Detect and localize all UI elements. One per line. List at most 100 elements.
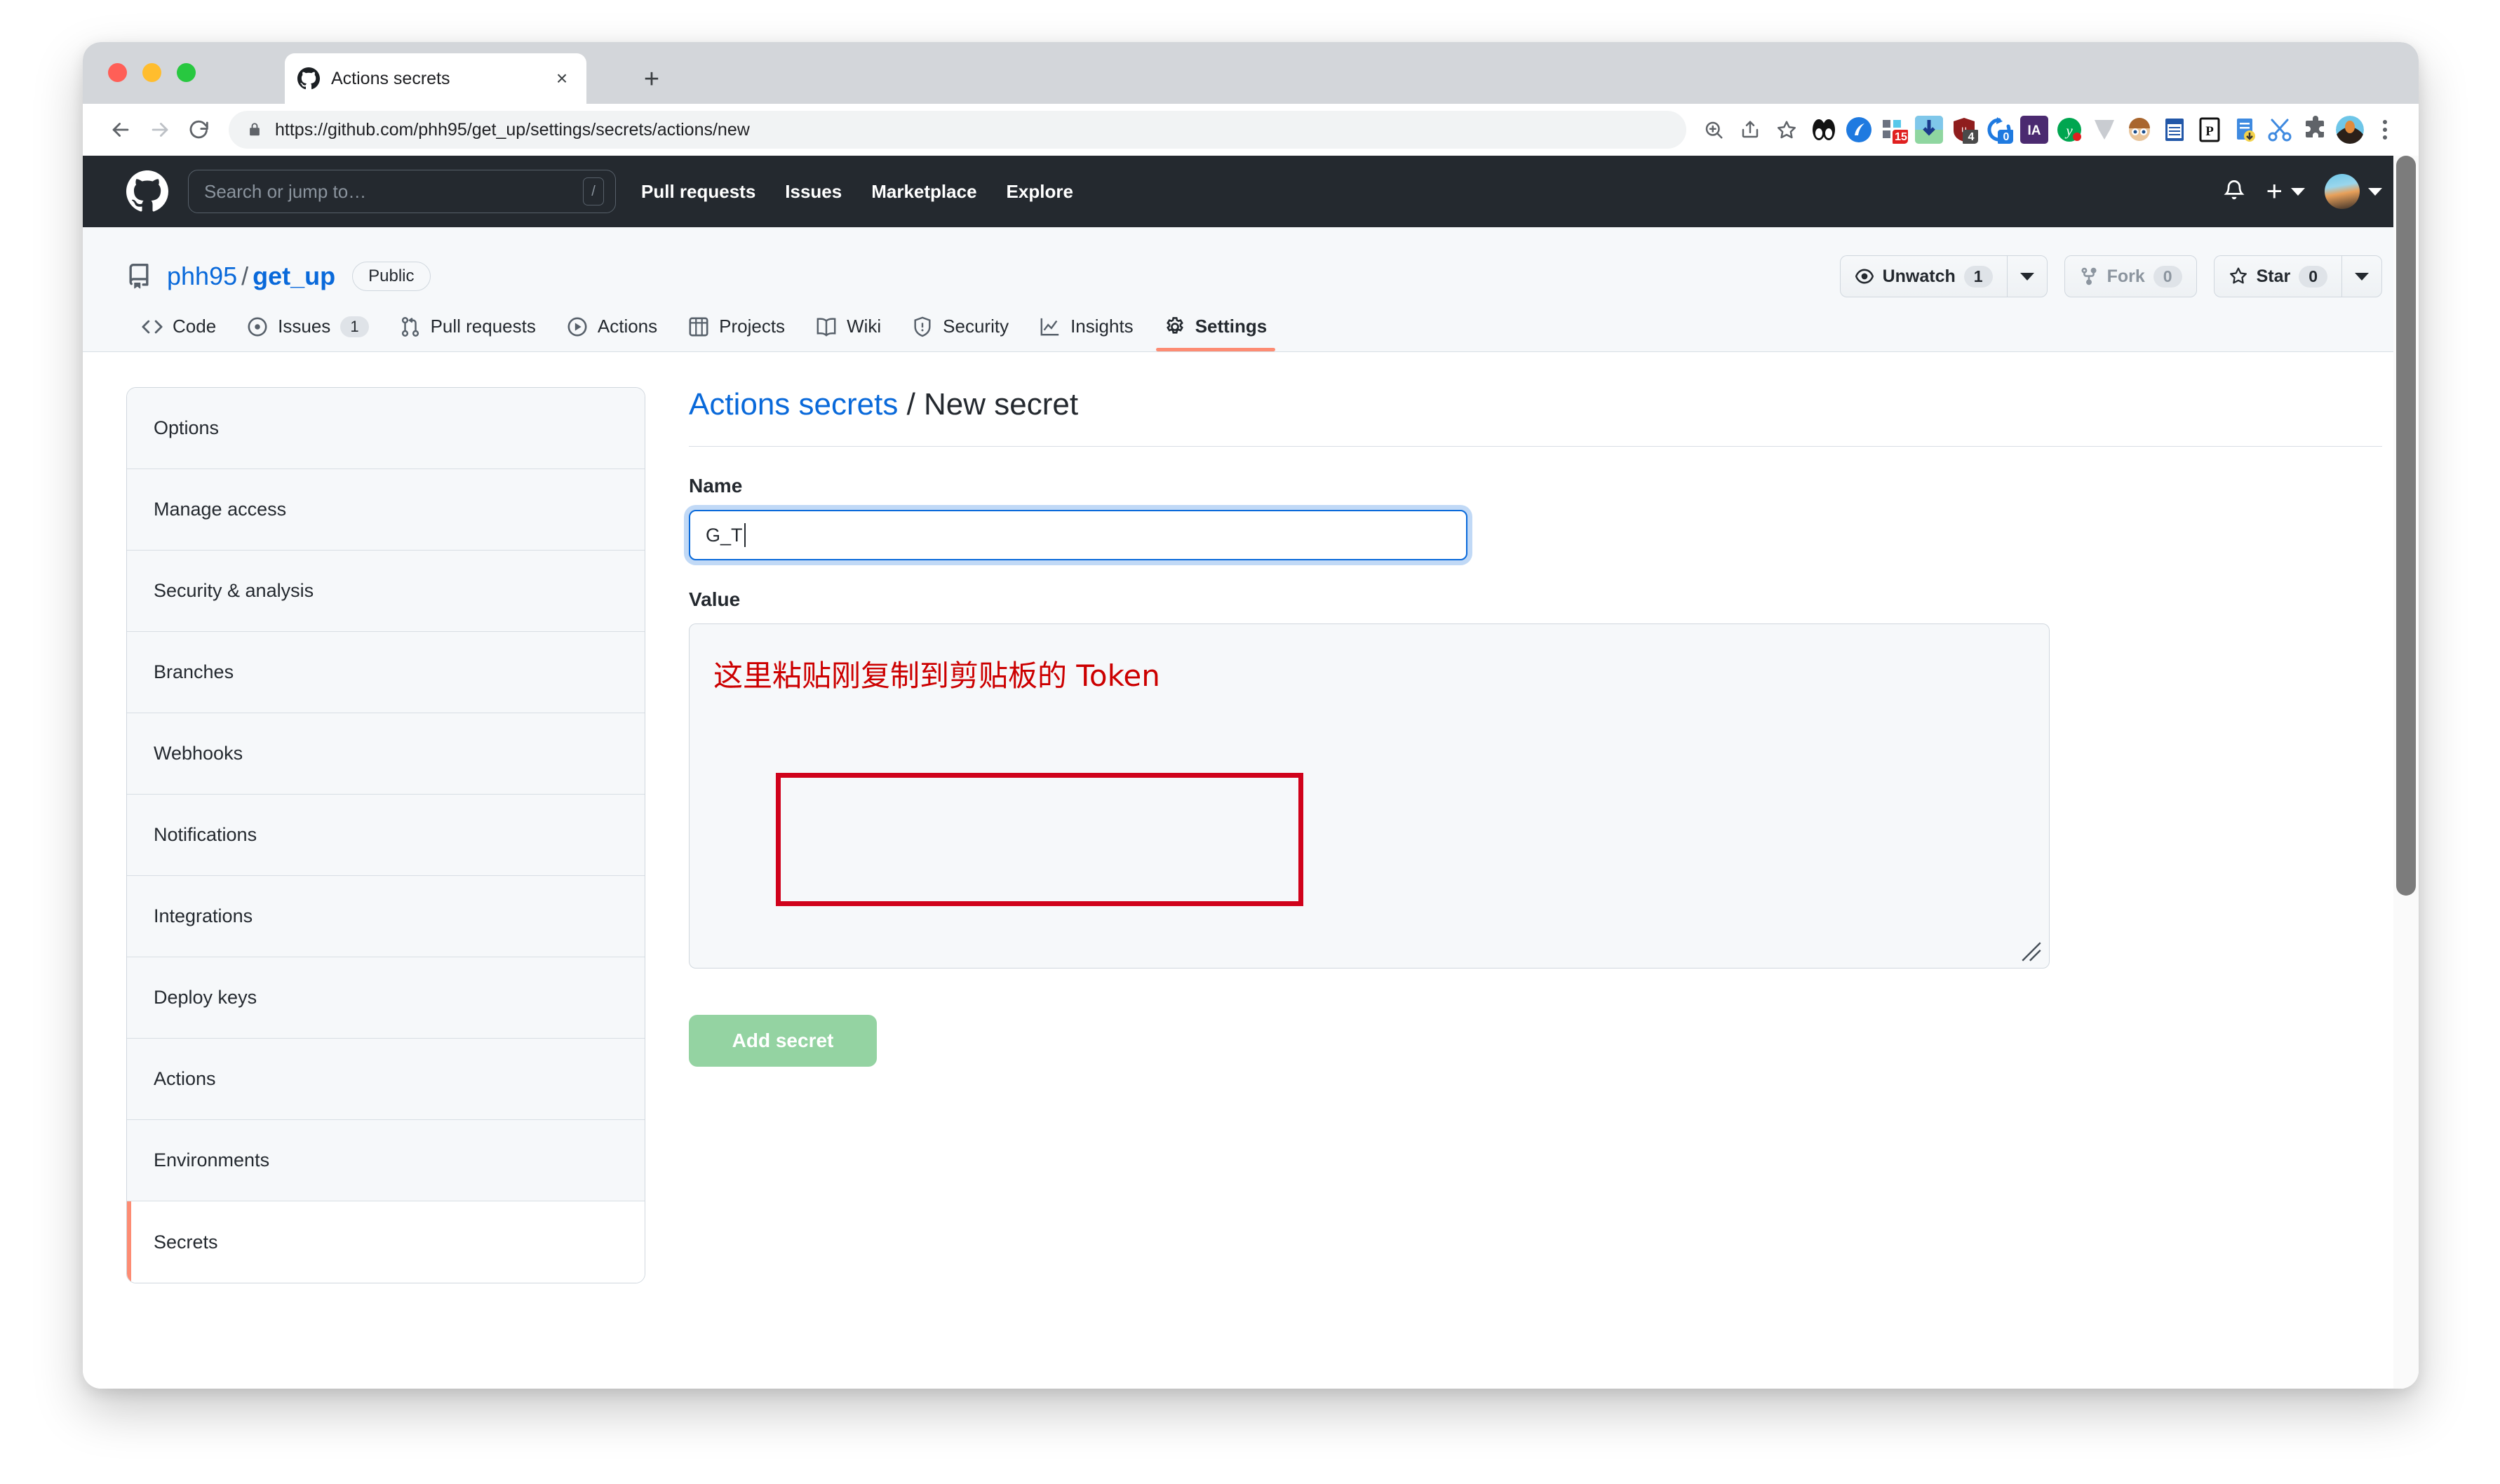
window-close-button[interactable] xyxy=(108,63,127,82)
window-maximize-button[interactable] xyxy=(177,63,196,82)
star-button[interactable]: Star 0 xyxy=(2213,255,2341,297)
notebook-extension-icon[interactable] xyxy=(2160,116,2189,144)
avatar xyxy=(2325,174,2360,209)
star-icon xyxy=(2229,267,2247,284)
breadcrumb-separator: / xyxy=(241,262,249,290)
forward-arrow-icon[interactable] xyxy=(140,110,180,149)
new-tab-button[interactable]: + xyxy=(637,65,666,94)
address-bar[interactable]: https://github.com/phh95/get_up/settings… xyxy=(229,111,1686,149)
sidebar-item-options[interactable]: Options xyxy=(127,388,645,469)
ia-extension-icon[interactable]: IA xyxy=(2020,116,2048,144)
tab-settings[interactable]: Settings xyxy=(1149,316,1283,351)
repo-name[interactable]: get_up xyxy=(253,262,335,290)
blue-circle-extension-icon[interactable] xyxy=(1845,116,1873,144)
unwatch-button[interactable]: Unwatch 1 xyxy=(1839,255,2007,297)
tab-pull-requests[interactable]: Pull requests xyxy=(384,316,551,351)
window-traffic-lights xyxy=(108,63,196,82)
refresh-extension-icon[interactable]: 0 xyxy=(1985,116,2013,144)
tab-wiki[interactable]: Wiki xyxy=(800,316,896,351)
kebab-menu-icon[interactable] xyxy=(2370,113,2400,147)
bell-icon[interactable] xyxy=(2222,178,2247,205)
search-shortcut-key: / xyxy=(583,177,604,205)
secret-value-textarea[interactable]: 这里粘贴刚复制到剪贴板的 Token xyxy=(689,623,2050,969)
profile-avatar-icon[interactable] xyxy=(2336,116,2364,144)
close-icon[interactable]: × xyxy=(550,67,574,90)
nav-marketplace[interactable]: Marketplace xyxy=(871,181,976,203)
browser-window: Actions secrets × + https://github.com/p… xyxy=(83,42,2419,1389)
repository-header: phh95/get_up Public Unwatch 1 Fork 0 Sta… xyxy=(83,227,2419,352)
create-new-menu[interactable]: + xyxy=(2266,177,2305,205)
star-dropdown-button[interactable] xyxy=(2341,255,2382,297)
repo-owner[interactable]: phh95 xyxy=(167,262,237,290)
tab-issues[interactable]: Issues 1 xyxy=(231,316,384,351)
tab-security[interactable]: Security xyxy=(896,316,1024,351)
scrollbar-thumb[interactable] xyxy=(2396,156,2416,896)
back-arrow-icon[interactable] xyxy=(101,110,140,149)
browser-tab[interactable]: Actions secrets × xyxy=(285,53,586,104)
svg-text:y: y xyxy=(2064,122,2073,139)
tab-projects[interactable]: Projects xyxy=(673,316,800,351)
plus-icon: + xyxy=(2266,176,2283,207)
breadcrumb-actions-secrets[interactable]: Actions secrets xyxy=(689,387,898,421)
sidebar-item-notifications[interactable]: Notifications xyxy=(127,795,645,876)
chevron-down-icon xyxy=(2020,272,2034,281)
sidebar-item-actions[interactable]: Actions xyxy=(127,1039,645,1120)
global-nav: Pull requests Issues Marketplace Explore xyxy=(641,181,1073,203)
download-manager-extension-icon[interactable] xyxy=(1915,116,1943,144)
repository-title-row: phh95/get_up Public Unwatch 1 Fork 0 Sta… xyxy=(126,255,2382,297)
reload-icon[interactable] xyxy=(180,110,219,149)
shield-extension-icon[interactable]: u 4 xyxy=(1950,116,1978,144)
star-label: Star xyxy=(2256,266,2291,286)
secret-name-input[interactable]: G_T xyxy=(689,510,1467,560)
share-icon[interactable] xyxy=(1734,114,1766,146)
nav-issues[interactable]: Issues xyxy=(785,181,842,203)
shield-icon xyxy=(914,316,931,337)
tab-title: Actions secrets xyxy=(331,68,450,88)
graph-icon xyxy=(1040,318,1059,335)
sidebar-item-integrations[interactable]: Integrations xyxy=(127,876,645,957)
search-input[interactable]: Search or jump to… / xyxy=(188,170,616,213)
panda-extension-icon[interactable] xyxy=(1810,116,1838,144)
sidebar-item-deploy-keys[interactable]: Deploy keys xyxy=(127,957,645,1039)
star-count: 0 xyxy=(2299,265,2327,288)
code-icon xyxy=(142,320,163,333)
unwatch-count: 1 xyxy=(1963,265,1993,288)
sidebar-item-security-analysis[interactable]: Security & analysis xyxy=(127,551,645,632)
sidebar-item-environments[interactable]: Environments xyxy=(127,1120,645,1201)
document-download-extension-icon[interactable] xyxy=(2231,116,2259,144)
scissors-extension-icon[interactable] xyxy=(2266,116,2294,144)
repo-icon xyxy=(129,264,149,289)
tab-label: Pull requests xyxy=(430,316,536,337)
global-header-right: + xyxy=(2222,174,2382,209)
account-menu[interactable] xyxy=(2325,174,2382,209)
add-secret-button[interactable]: Add secret xyxy=(689,1015,877,1067)
resize-handle-icon[interactable] xyxy=(2020,940,2043,964)
bookmark-star-icon[interactable] xyxy=(1770,114,1803,146)
chevron-extension-icon[interactable] xyxy=(2090,116,2118,144)
tab-insights[interactable]: Insights xyxy=(1024,316,1149,351)
sidebar-item-branches[interactable]: Branches xyxy=(127,632,645,713)
tab-code[interactable]: Code xyxy=(126,316,231,351)
github-mark-icon[interactable] xyxy=(126,170,168,213)
fork-button[interactable]: Fork 0 xyxy=(2064,255,2197,297)
zoom-icon[interactable] xyxy=(1698,114,1730,146)
p-box-extension-icon[interactable]: P xyxy=(2196,116,2224,144)
yandex-extension-icon[interactable]: y xyxy=(2055,116,2083,144)
page-scrollbar[interactable] xyxy=(2393,156,2419,1389)
sidebar-item-secrets[interactable]: Secrets xyxy=(127,1201,645,1283)
sidebar-item-webhooks[interactable]: Webhooks xyxy=(127,713,645,795)
tab-actions[interactable]: Actions xyxy=(551,316,673,351)
window-minimize-button[interactable] xyxy=(142,63,161,82)
watch-dropdown-button[interactable] xyxy=(2006,255,2048,297)
svg-text:IA: IA xyxy=(2028,123,2041,138)
search-placeholder: Search or jump to… xyxy=(204,180,367,202)
sidebar-item-manage-access[interactable]: Manage access xyxy=(127,469,645,551)
nav-pull-requests[interactable]: Pull requests xyxy=(641,181,755,203)
puzzle-extensions-menu-icon[interactable] xyxy=(2301,116,2329,144)
face-extension-icon[interactable] xyxy=(2125,116,2153,144)
watch-button-group: Unwatch 1 xyxy=(1839,255,2048,297)
fork-label: Fork xyxy=(2106,266,2145,286)
extension-badge: 0 xyxy=(1998,130,2013,144)
blocks-extension-icon[interactable]: 15 xyxy=(1880,116,1908,144)
nav-explore[interactable]: Explore xyxy=(1007,181,1073,203)
